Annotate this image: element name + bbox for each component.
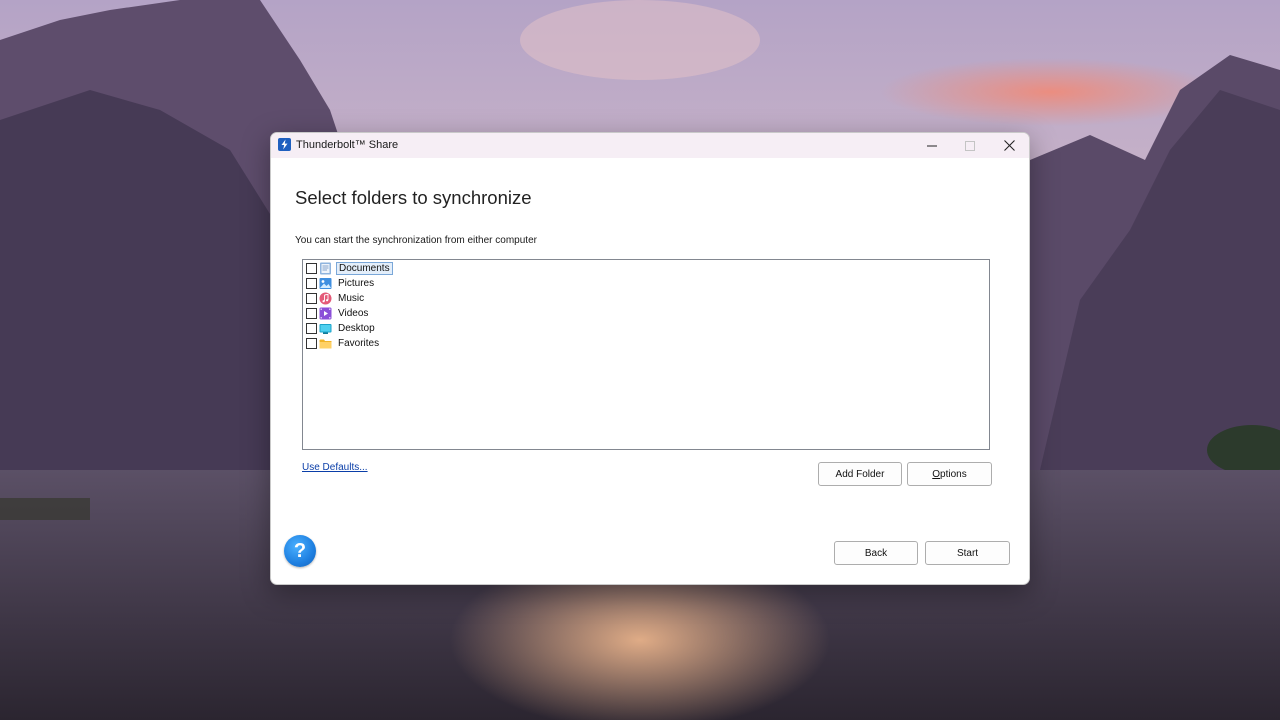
add-folder-button[interactable]: Add Folder bbox=[818, 462, 902, 486]
favorites-icon bbox=[319, 339, 332, 349]
options-accelerator: O bbox=[932, 468, 941, 480]
thunderbolt-share-window: Thunderbolt™ Share Select folders to syn… bbox=[270, 132, 1030, 585]
folder-label: Desktop bbox=[338, 323, 375, 334]
minimize-icon bbox=[927, 145, 937, 146]
folder-item-documents[interactable]: Documents bbox=[306, 261, 393, 276]
maximize-button[interactable] bbox=[951, 133, 989, 158]
minimize-button[interactable] bbox=[913, 133, 951, 158]
folder-label: Videos bbox=[338, 308, 369, 319]
use-defaults-link[interactable]: Use Defaults... bbox=[302, 462, 368, 473]
folder-item-videos[interactable]: Videos bbox=[306, 306, 370, 321]
folder-item-desktop[interactable]: Desktop bbox=[306, 321, 377, 336]
videos-icon bbox=[319, 307, 332, 320]
back-button[interactable]: Back bbox=[834, 541, 918, 565]
videos-checkbox[interactable] bbox=[306, 308, 317, 319]
title-bar[interactable]: Thunderbolt™ Share bbox=[271, 133, 1029, 158]
desktop-icon bbox=[319, 324, 332, 334]
pictures-icon bbox=[319, 278, 332, 289]
folder-label: Favorites bbox=[338, 338, 380, 349]
close-button[interactable] bbox=[990, 133, 1028, 158]
options-button[interactable]: Options bbox=[907, 462, 992, 486]
desktop-checkbox[interactable] bbox=[306, 323, 317, 334]
page-heading: Select folders to synchronize bbox=[295, 187, 532, 208]
folder-item-favorites[interactable]: Favorites bbox=[306, 336, 381, 351]
pictures-checkbox[interactable] bbox=[306, 278, 317, 289]
close-icon bbox=[1003, 140, 1015, 151]
help-glyph: ? bbox=[293, 539, 307, 562]
start-button[interactable]: Start bbox=[925, 541, 1010, 565]
maximize-icon bbox=[965, 140, 975, 151]
thunderbolt-icon bbox=[278, 138, 291, 151]
folder-label: Music bbox=[338, 293, 365, 304]
help-icon[interactable]: ? bbox=[284, 535, 316, 567]
options-label-rest: ptions bbox=[940, 468, 967, 480]
folder-item-music[interactable]: Music bbox=[306, 291, 366, 306]
music-icon bbox=[319, 292, 332, 305]
documents-checkbox[interactable] bbox=[306, 263, 317, 274]
folder-item-pictures[interactable]: Pictures bbox=[306, 276, 376, 291]
folder-label: Documents bbox=[336, 262, 393, 275]
folder-label: Pictures bbox=[338, 278, 375, 289]
music-checkbox[interactable] bbox=[306, 293, 317, 304]
favorites-checkbox[interactable] bbox=[306, 338, 317, 349]
window-title: Thunderbolt™ Share bbox=[296, 139, 399, 151]
subtitle: You can start the synchronization from e… bbox=[295, 235, 537, 246]
folder-list[interactable]: Documents Pictures Music Videos Desktop … bbox=[302, 259, 990, 450]
documents-icon bbox=[320, 262, 331, 275]
desktop: Thunderbolt™ Share Select folders to syn… bbox=[0, 0, 1280, 720]
